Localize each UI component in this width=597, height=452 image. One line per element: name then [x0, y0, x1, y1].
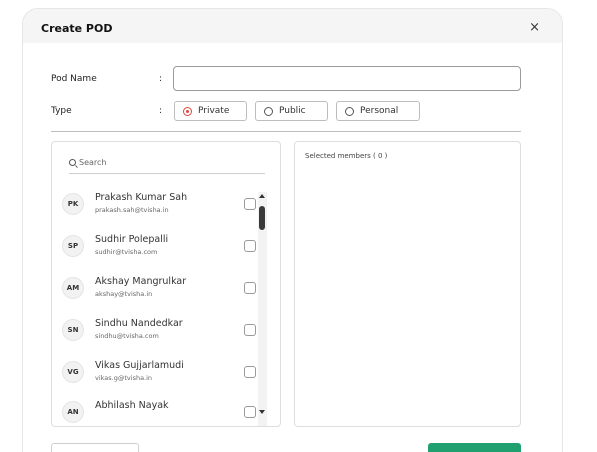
- member-item[interactable]: AM Akshay Mangrulkar akshay@tvisha.in: [52, 268, 256, 310]
- type-option-private[interactable]: Private: [174, 101, 247, 121]
- avatar: SP: [62, 235, 84, 257]
- member-name: Abhilash Nayak: [95, 400, 169, 411]
- search-bar: [69, 152, 265, 174]
- member-item[interactable]: VG Vikas Gujjarlamudi vikas.g@tvisha.in: [52, 352, 256, 394]
- close-icon[interactable]: ×: [529, 21, 540, 34]
- type-colon: :: [159, 106, 163, 116]
- form-divider: [51, 131, 521, 132]
- pod-name-input[interactable]: [173, 66, 521, 91]
- avatar: AN: [62, 401, 84, 423]
- member-item[interactable]: AN Abhilash Nayak: [52, 392, 256, 426]
- members-list-panel: PK Prakash Kumar Sah prakash.sah@tvisha.…: [51, 141, 281, 427]
- pod-name-colon: :: [159, 74, 163, 84]
- radio-unchecked-icon: [345, 106, 354, 116]
- type-label: Type: [51, 106, 72, 116]
- member-item[interactable]: PK Prakash Kumar Sah prakash.sah@tvisha.…: [52, 184, 256, 226]
- type-option-label: Personal: [360, 106, 399, 116]
- type-option-label: Public: [279, 106, 306, 116]
- members-scrollbar[interactable]: [258, 192, 267, 426]
- radio-unchecked-icon: [264, 106, 273, 116]
- type-option-personal[interactable]: Personal: [336, 101, 420, 121]
- radio-checked-icon: [183, 106, 192, 116]
- type-option-label: Private: [198, 106, 230, 116]
- member-email: sindhu@tvisha.com: [95, 332, 159, 340]
- dialog-header: Create POD ×: [23, 9, 562, 43]
- type-option-public[interactable]: Public: [255, 101, 328, 121]
- scroll-up-icon[interactable]: [259, 194, 265, 198]
- member-item[interactable]: SN Sindhu Nandedkar sindhu@tvisha.com: [52, 310, 256, 352]
- member-checkbox[interactable]: [244, 240, 256, 252]
- member-checkbox[interactable]: [244, 366, 256, 378]
- search-icon: [69, 158, 76, 166]
- member-name: Vikas Gujjarlamudi: [95, 360, 184, 371]
- member-email: akshay@tvisha.in: [95, 290, 153, 298]
- member-email: sudhir@tvisha.com: [95, 248, 158, 256]
- avatar: SN: [62, 319, 84, 341]
- submit-button[interactable]: SUBMIT: [428, 443, 521, 452]
- member-checkbox[interactable]: [244, 198, 256, 210]
- member-item[interactable]: SP Sudhir Polepalli sudhir@tvisha.com: [52, 226, 256, 268]
- dialog-body: Pod Name : Type : Private Public Persona…: [23, 43, 562, 452]
- member-name: Sudhir Polepalli: [95, 234, 169, 245]
- dialog-title: Create POD: [41, 22, 113, 35]
- create-pod-dialog: Create POD × Pod Name : Type : Private P…: [22, 8, 563, 452]
- member-name: Sindhu Nandedkar: [95, 318, 183, 329]
- avatar: VG: [62, 361, 84, 383]
- member-name: Prakash Kumar Sah: [95, 192, 188, 203]
- avatar: AM: [62, 277, 84, 299]
- member-checkbox[interactable]: [244, 324, 256, 336]
- selected-members-panel: Selected members ( 0 ): [294, 141, 521, 427]
- pod-name-label: Pod Name: [51, 74, 97, 84]
- selected-members-count: Selected members ( 0 ): [305, 152, 388, 160]
- member-name: Akshay Mangrulkar: [95, 276, 187, 287]
- scroll-thumb[interactable]: [259, 206, 265, 230]
- member-email: vikas.g@tvisha.in: [95, 374, 153, 382]
- members-list: PK Prakash Kumar Sah prakash.sah@tvisha.…: [52, 184, 280, 426]
- scroll-down-icon[interactable]: [259, 410, 265, 414]
- search-input[interactable]: [79, 158, 249, 167]
- member-email: prakash.sah@tvisha.in: [95, 206, 169, 214]
- member-checkbox[interactable]: [244, 282, 256, 294]
- member-checkbox[interactable]: [244, 406, 256, 418]
- reset-button[interactable]: RESET: [51, 443, 139, 452]
- avatar: PK: [62, 193, 84, 215]
